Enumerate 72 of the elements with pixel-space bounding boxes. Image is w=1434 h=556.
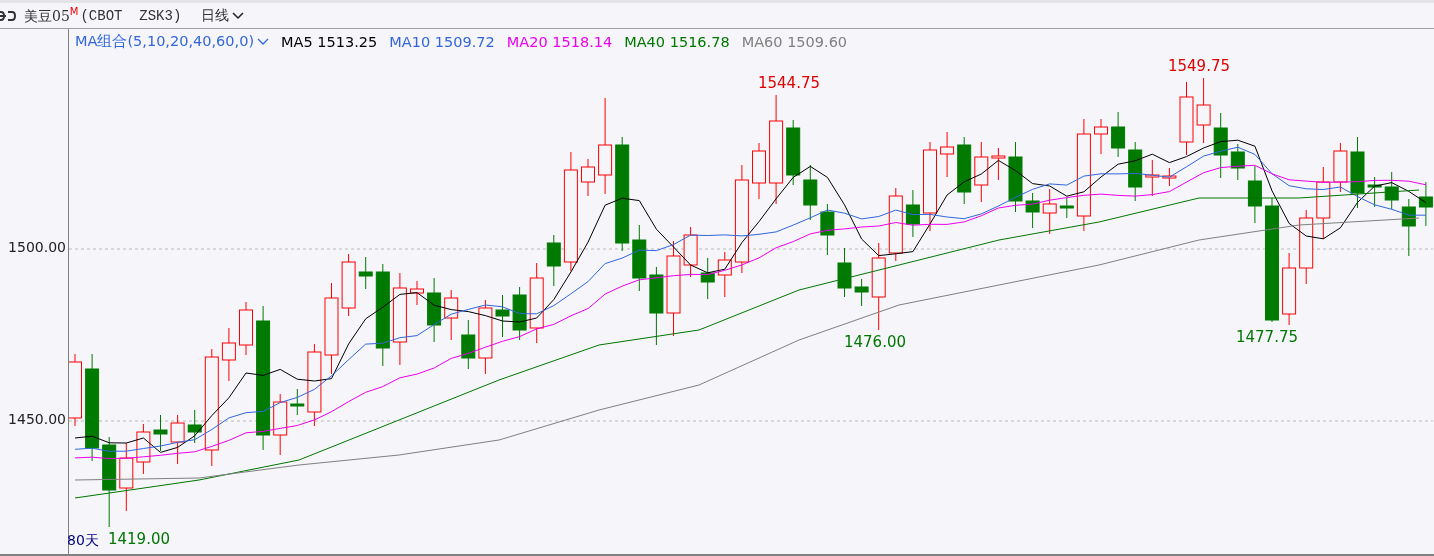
candlestick — [273, 393, 288, 456]
caret-icon — [257, 37, 270, 46]
indicator-dropdown[interactable]: MA组合(5,10,20,40,60,0) — [75, 32, 270, 51]
symbol-code: (CBOT ZSK3) — [80, 7, 182, 24]
indicator-value: MA10 1509.72 — [389, 33, 495, 50]
candlestick — [444, 289, 459, 341]
candlestick — [632, 224, 647, 292]
candlestick — [1384, 171, 1399, 210]
price-label: 1549.75 — [1168, 57, 1230, 75]
candlestick — [410, 280, 424, 306]
candlestick — [752, 142, 766, 200]
range-label: 80天 — [67, 532, 99, 550]
candlestick — [803, 164, 818, 221]
period-dropdown[interactable]: 日线 — [201, 6, 245, 25]
price-label: 1477.75 — [1236, 328, 1298, 346]
candlestick — [1008, 141, 1023, 213]
candlestick — [837, 247, 852, 298]
price-label: 1544.75 — [758, 74, 820, 92]
candlestick — [546, 234, 561, 287]
candlestick — [461, 319, 476, 370]
candlestick — [991, 147, 1006, 181]
axis-tick-label: 1500.00 — [8, 239, 66, 255]
candlestick — [1162, 167, 1177, 187]
candlestick — [1418, 181, 1433, 227]
indicator-value: MA60 1509.60 — [741, 33, 848, 50]
candlestick — [512, 286, 527, 341]
candlestick — [1025, 192, 1040, 229]
candlestick — [1042, 188, 1057, 235]
candlestick — [957, 136, 972, 205]
candlestick — [495, 294, 510, 338]
price-label: 1419.00 — [108, 530, 170, 548]
candlestick — [1333, 142, 1348, 193]
candlestick — [1111, 111, 1126, 158]
candlestick — [221, 327, 236, 382]
candlestick — [1401, 198, 1416, 257]
indicator-value: MA20 1518.14 — [506, 33, 613, 50]
candlestick — [940, 131, 955, 178]
candlestick — [290, 388, 305, 416]
candlestick — [581, 158, 595, 197]
candlestick — [1367, 176, 1382, 208]
candlestick — [341, 253, 356, 317]
link-icon[interactable] — [0, 10, 16, 21]
candlestick — [1247, 165, 1262, 224]
candlestick — [427, 277, 442, 343]
candlestick — [1094, 118, 1108, 155]
candlestick — [974, 141, 989, 203]
candlestick — [1059, 197, 1074, 219]
candlestick — [1213, 112, 1228, 179]
axis-tick-label: 1450.00 — [8, 411, 66, 427]
candlestick — [119, 442, 134, 512]
candlestick — [1196, 77, 1211, 144]
candlestick — [136, 423, 151, 475]
candlestick — [153, 414, 168, 452]
candlestick — [170, 414, 185, 465]
candlestick — [683, 226, 698, 278]
candlestick — [820, 203, 835, 256]
candlestick — [1230, 143, 1245, 181]
candlestick — [905, 189, 920, 238]
candlestick — [786, 119, 801, 186]
candlestick — [854, 278, 869, 307]
candlestick — [187, 409, 202, 444]
candlestick — [717, 251, 732, 298]
candlestick — [1128, 141, 1143, 202]
indicator-value: MA5 1513.25 — [281, 33, 378, 50]
candlestick — [700, 257, 715, 300]
price-label: 1476.00 — [844, 333, 906, 351]
caret-icon — [232, 11, 245, 20]
instrument-title: 美豆05$^{M}$ — [24, 5, 79, 26]
candlestick — [358, 256, 373, 290]
indicator-value: MA40 1516.78 — [624, 33, 730, 50]
candlestick — [1145, 159, 1160, 197]
candlestick — [239, 301, 253, 356]
